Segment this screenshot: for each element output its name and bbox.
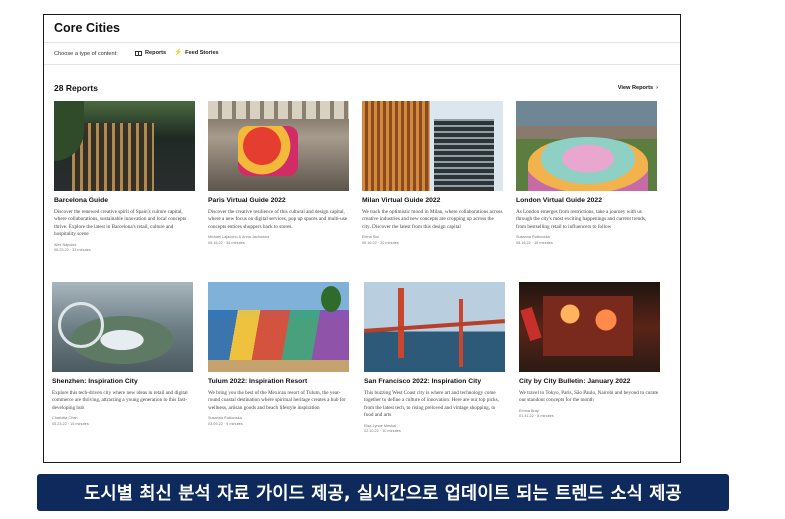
report-thumbnail[interactable] (519, 282, 660, 372)
report-card-paris[interactable]: Paris Virtual Guide 2022 Discover the cr… (208, 101, 349, 247)
report-meta: Susanna Rutkovska 05.16.22 · 16 minutes (516, 235, 657, 246)
report-description: This buzzing West Coast city is where ar… (364, 390, 499, 419)
report-date: 05.16.22 · 34 minutes (208, 240, 245, 245)
report-card-shenzhen[interactable]: Shenzhen: Inspiration City Explore this … (52, 282, 193, 428)
content-type-option-reports[interactable]: Reports (135, 50, 166, 56)
report-thumbnail[interactable] (362, 101, 503, 191)
caption-banner: 도시별 최신 분석 자료 가이드 제공, 실시간으로 업데이트 되는 트렌드 소… (37, 474, 729, 511)
report-description: We travel to Tokyo, Paris, São Paulo, Na… (519, 390, 659, 404)
grid-icon (135, 50, 142, 56)
report-meta: Emma Bray 01.31.22 · 6 minutes (519, 409, 660, 420)
report-thumbnail[interactable] (208, 101, 349, 191)
report-date: 02.10.22 · 10 minutes (364, 429, 401, 434)
report-title[interactable]: Shenzhen: Inspiration City (52, 378, 193, 385)
chevron-right-icon: › (656, 85, 658, 91)
report-date: 05.23.22 · 15 minutes (52, 421, 89, 426)
report-title[interactable]: London Virtual Guide 2022 (516, 197, 657, 204)
reports-count: 28 Reports (54, 83, 98, 93)
report-meta: Elsa-Lynne Meskal 02.10.22 · 10 minutes (364, 424, 505, 435)
report-card-barcelona[interactable]: Barcelona Guide Discover the renewed cre… (54, 101, 195, 254)
content-type-label: Choose a type of content: (54, 51, 118, 57)
report-thumbnail[interactable] (52, 282, 193, 372)
report-date: 05.16.22 · 16 minutes (516, 240, 553, 245)
report-card-san-francisco[interactable]: San Francisco 2022: Inspiration City Thi… (364, 282, 505, 435)
report-card-milan[interactable]: Milan Virtual Guide 2022 We track the op… (362, 101, 503, 247)
report-title[interactable]: Paris Virtual Guide 2022 (208, 197, 349, 204)
report-title[interactable]: Tulum 2022: Inspiration Resort (208, 378, 349, 385)
report-title[interactable]: San Francisco 2022: Inspiration City (364, 378, 505, 385)
report-thumbnail[interactable] (54, 101, 195, 191)
report-title[interactable]: Milan Virtual Guide 2022 (362, 197, 503, 204)
report-date: 03.09.22 · 9 minutes (208, 421, 243, 426)
report-meta: Susanna Rutkovska 03.09.22 · 9 minutes (208, 416, 349, 427)
report-description: Explore this tech-driven city where new … (52, 390, 188, 411)
content-type-option-label: Feed Stories (185, 50, 219, 57)
report-date: 05.16.22 · 20 minutes (362, 240, 399, 245)
app-frame: Core Cities Choose a type of content: Re… (43, 14, 681, 463)
report-description: Discover the renewed creative spirit of … (54, 209, 187, 238)
report-meta: Michael Lajacono & Anna Jachowicz 05.16.… (208, 235, 349, 246)
report-card-tulum[interactable]: Tulum 2022: Inspiration Resort We bring … (208, 282, 349, 428)
report-meta: Elena Sisi 05.16.22 · 20 minutes (362, 235, 503, 246)
report-thumbnail[interactable] (364, 282, 505, 372)
report-thumbnail[interactable] (208, 282, 349, 372)
content-type-option-feed-stories[interactable]: ⚡ Feed Stories (174, 49, 219, 57)
page-title: Core Cities (54, 21, 120, 35)
report-date: 01.31.22 · 6 minutes (519, 414, 554, 419)
view-reports-label: View Reports (617, 85, 654, 91)
report-title[interactable]: Barcelona Guide (54, 197, 195, 204)
content-type-selector: Choose a type of content: Reports ⚡ Feed… (44, 43, 680, 65)
report-thumbnail[interactable] (516, 101, 657, 191)
report-description: We track the optimistic mood in Milan, w… (362, 209, 503, 230)
report-description: Discover the creative resilience of this… (208, 209, 348, 230)
report-description: We bring you the best of the Mexican res… (208, 390, 346, 411)
report-title[interactable]: City by City Bulletin: January 2022 (519, 378, 660, 385)
content-type-option-label: Reports (145, 50, 167, 56)
report-card-london[interactable]: London Virtual Guide 2022 As London emer… (516, 101, 657, 247)
report-date: 05.23.22 · 33 minutes (54, 248, 91, 253)
report-description: As London emerges from restrictions, tak… (516, 209, 647, 230)
report-meta: Alex Nápoles 05.23.22 · 33 minutes (54, 243, 195, 254)
report-card-city-by-city-bulletin[interactable]: City by City Bulletin: January 2022 We t… (519, 282, 660, 420)
view-reports-link[interactable]: View Reports › (618, 85, 658, 91)
page-header: Core Cities (44, 15, 680, 43)
report-meta: Charlotte Chan 05.23.22 · 15 minutes (52, 416, 193, 427)
bolt-icon: ⚡ (174, 49, 183, 56)
